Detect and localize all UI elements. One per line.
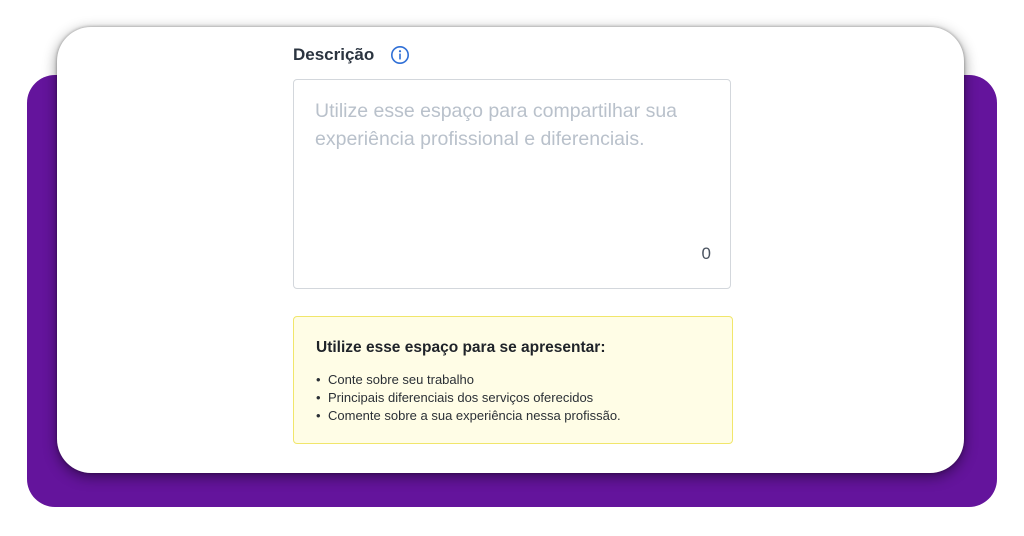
tip-item-text: Comente sobre a sua experiência nessa pr… (328, 408, 621, 423)
screenshot-stage: Descrição 0 Utilize esse espaço para se … (0, 0, 1024, 536)
list-item: • Principais diferenciais dos serviços of… (316, 389, 621, 407)
tip-box: Utilize esse espaço para se apresentar: … (293, 316, 733, 444)
description-textarea-box[interactable]: 0 (293, 79, 731, 289)
bullet: • (316, 372, 321, 387)
info-icon[interactable] (390, 45, 410, 65)
tip-list: • Conte sobre seu trabalho • Principais di… (316, 371, 621, 425)
tip-title: Utilize esse espaço para se apresentar: (316, 339, 606, 356)
description-label-row: Descrição (293, 44, 410, 66)
tip-item-text: Principais diferenciais dos serviços ofe… (328, 390, 594, 405)
description-textarea[interactable] (315, 97, 710, 247)
bullet: • (316, 408, 321, 423)
bullet: • (316, 390, 321, 405)
form-card: Descrição 0 Utilize esse espaço para se … (57, 27, 964, 473)
description-label: Descrição (293, 45, 375, 64)
character-counter: 0 (701, 244, 711, 263)
list-item: • Conte sobre seu trabalho (316, 371, 621, 389)
list-item: • Comente sobre a sua experiência nessa p… (316, 407, 621, 425)
tip-item-text: Conte sobre seu trabalho (328, 372, 474, 387)
